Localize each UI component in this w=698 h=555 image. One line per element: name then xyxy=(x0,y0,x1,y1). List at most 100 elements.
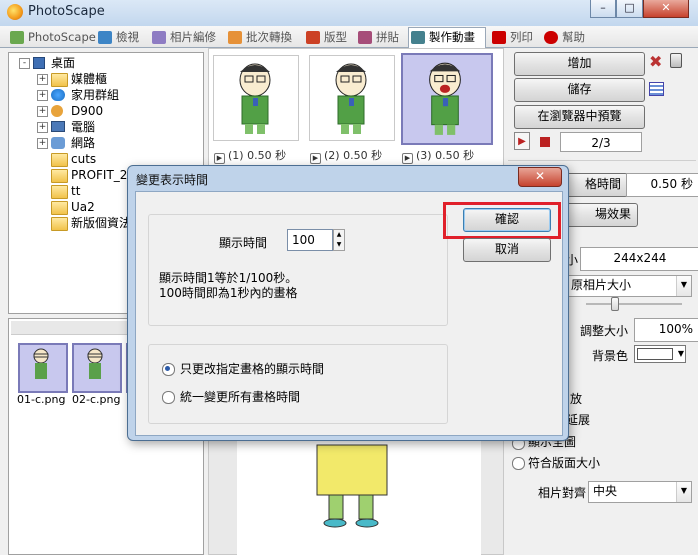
delete-icon[interactable]: ✖ xyxy=(649,54,662,70)
frame-counter: 2/3 xyxy=(560,132,642,152)
display-time-label: 顯示時間 xyxy=(219,236,268,250)
list-icon[interactable] xyxy=(649,82,664,96)
tab-page[interactable]: 版型 xyxy=(304,28,354,47)
dialog-title: 變更表示時間 xyxy=(136,173,209,187)
chevron-down-icon: ▼ xyxy=(677,349,684,358)
tab-photoscape[interactable]: PhotoScape xyxy=(8,28,96,47)
minimize-button[interactable]: – xyxy=(590,0,616,18)
tree-item-desktop[interactable]: - 桌面 xyxy=(19,55,199,71)
apply-all-radio[interactable] xyxy=(162,391,175,404)
close-button[interactable]: ✕ xyxy=(643,0,689,18)
size-value: 244x244 xyxy=(580,247,698,271)
viewer-tab-icon xyxy=(98,31,112,44)
network-icon xyxy=(51,137,65,149)
photoscape-tab-icon xyxy=(10,31,24,44)
bg-color-picker[interactable]: ▼ xyxy=(634,345,686,363)
tab-batch[interactable]: 批次轉換 xyxy=(226,28,300,47)
play-icon: ▶ xyxy=(402,153,413,164)
fit-frame-radio[interactable] xyxy=(512,457,525,470)
frame-thumbnail[interactable] xyxy=(309,55,395,141)
time-spinner[interactable]: ▲ ▼ xyxy=(333,229,345,251)
transition-effect-button[interactable]: 場效果 xyxy=(560,203,638,227)
user-folder-icon xyxy=(51,105,63,117)
display-time-input[interactable]: 100 xyxy=(287,229,333,251)
combine-tab-icon xyxy=(358,31,372,44)
tt-folder-icon xyxy=(51,185,68,199)
computer-icon xyxy=(51,121,65,132)
play-icon: ▶ xyxy=(310,153,321,164)
align-label: 相片對齊 xyxy=(538,486,587,500)
tab-viewer[interactable]: 檢視 xyxy=(96,28,146,47)
print-tab-icon xyxy=(492,31,506,44)
tree-item-network[interactable]: + 網路 xyxy=(37,135,197,151)
help-tab-icon xyxy=(544,31,558,44)
file-name: 01-c.png xyxy=(17,393,66,406)
dialog-close-button[interactable]: ✕ xyxy=(518,167,562,187)
divider xyxy=(508,160,696,161)
tab-editor[interactable]: 相片編修 xyxy=(150,28,222,47)
preview-in-browser-button[interactable]: 在瀏覽器中預覽 xyxy=(514,105,645,129)
tree-item-d900[interactable]: + D900 xyxy=(37,103,197,119)
confirm-button[interactable]: 確認 xyxy=(463,208,551,232)
add-button[interactable]: 增加 xyxy=(514,52,645,76)
frame-label[interactable]: ▶ (3) 0.50 秒 xyxy=(402,147,474,164)
cartoon-figure-icon xyxy=(87,348,103,379)
frame-label[interactable]: ▶ (1) 0.50 秒 xyxy=(214,147,286,164)
tree-item-library[interactable]: + 媒體櫃 xyxy=(37,71,197,87)
resize-select[interactable]: 原相片大小 ▼ xyxy=(566,275,692,297)
change-time-button[interactable]: 格時間 xyxy=(560,173,628,197)
time-settings-group: 顯示時間 100 ▲ ▼ 顯示時間1等於1/100秒。 100時間即為1秒內的畫格 xyxy=(148,214,448,326)
apply-scope-group: 只更改指定畫格的顯示時間 統一變更所有畫格時間 xyxy=(148,344,448,424)
color-swatch xyxy=(637,348,673,360)
adjust-size-label: 調整大小 xyxy=(580,324,629,338)
adjust-size-field[interactable]: 100% xyxy=(634,318,698,342)
tab-animated-gif[interactable]: 製作動畫 xyxy=(408,27,486,48)
library-folder-icon xyxy=(51,73,68,87)
align-select[interactable]: 中央 ▼ xyxy=(588,481,692,503)
animated-gif-tab-icon xyxy=(411,31,425,44)
privacy-folder-icon xyxy=(51,217,68,231)
apply-selected-radio[interactable] xyxy=(162,363,175,376)
time-value-field[interactable]: 0.50 秒 xyxy=(626,173,698,197)
tree-item-computer[interactable]: + 電腦 xyxy=(37,119,197,135)
play-button[interactable]: ▶ xyxy=(514,132,530,150)
maximize-button[interactable]: □ xyxy=(616,0,643,18)
dialog-body: 顯示時間 100 ▲ ▼ 顯示時間1等於1/100秒。 100時間即為1秒內的畫格… xyxy=(135,191,563,436)
file-thumbnail[interactable] xyxy=(72,343,122,393)
bg-color-label: 背景色 xyxy=(592,349,629,363)
cancel-button[interactable]: 取消 xyxy=(463,238,551,262)
homegroup-icon xyxy=(51,89,65,101)
main-tab-bar: PhotoScape 檢視 相片編修 批次轉換 版型 拼貼 製作動畫 列印 幫助 xyxy=(0,26,698,48)
size-slider-track[interactable] xyxy=(586,303,682,305)
file-thumbnail[interactable] xyxy=(18,343,68,393)
chevron-down-icon: ▼ xyxy=(676,482,691,502)
frame-thumbnail[interactable] xyxy=(213,55,299,141)
frame-label[interactable]: ▶ (2) 0.50 秒 xyxy=(310,147,382,164)
window-title: PhotoScape xyxy=(28,4,105,19)
trash-icon[interactable] xyxy=(670,53,682,68)
apply-selected-label: 只更改指定畫格的顯示時間 xyxy=(180,362,325,376)
editor-tab-icon xyxy=(152,31,166,44)
cartoon-figure-icon xyxy=(335,63,367,134)
desktop-icon xyxy=(33,57,45,69)
change-display-time-dialog: 變更表示時間 ✕ 顯示時間 100 ▲ ▼ 顯示時間1等於1/100秒。 100時… xyxy=(127,165,569,441)
fit-option-partial: 放 xyxy=(570,392,583,406)
play-icon: ▶ xyxy=(214,153,225,164)
stop-button[interactable] xyxy=(540,137,550,147)
tab-combine[interactable]: 拼貼 xyxy=(356,28,408,47)
frame-thumbnail-selected[interactable] xyxy=(401,53,493,145)
tree-item-homegroup[interactable]: + 家用群組 xyxy=(37,87,197,103)
cartoon-figure-icon xyxy=(239,63,271,134)
cartoon-figure-icon xyxy=(429,62,461,135)
profit-folder-icon xyxy=(51,169,68,183)
stretch-option-partial: 延展 xyxy=(566,413,591,427)
title-bar: PhotoScape – □ ✕ xyxy=(0,0,698,26)
ua2-folder-icon xyxy=(51,201,68,215)
size-slider-thumb[interactable] xyxy=(611,297,619,311)
note-line-2: 100時間即為1秒內的畫格 xyxy=(159,286,298,300)
save-button[interactable]: 儲存 xyxy=(514,78,645,102)
tab-print[interactable]: 列印 xyxy=(490,28,538,47)
tab-help[interactable]: 幫助 xyxy=(542,28,592,47)
preview-canvas xyxy=(237,435,481,555)
batch-tab-icon xyxy=(228,31,242,44)
